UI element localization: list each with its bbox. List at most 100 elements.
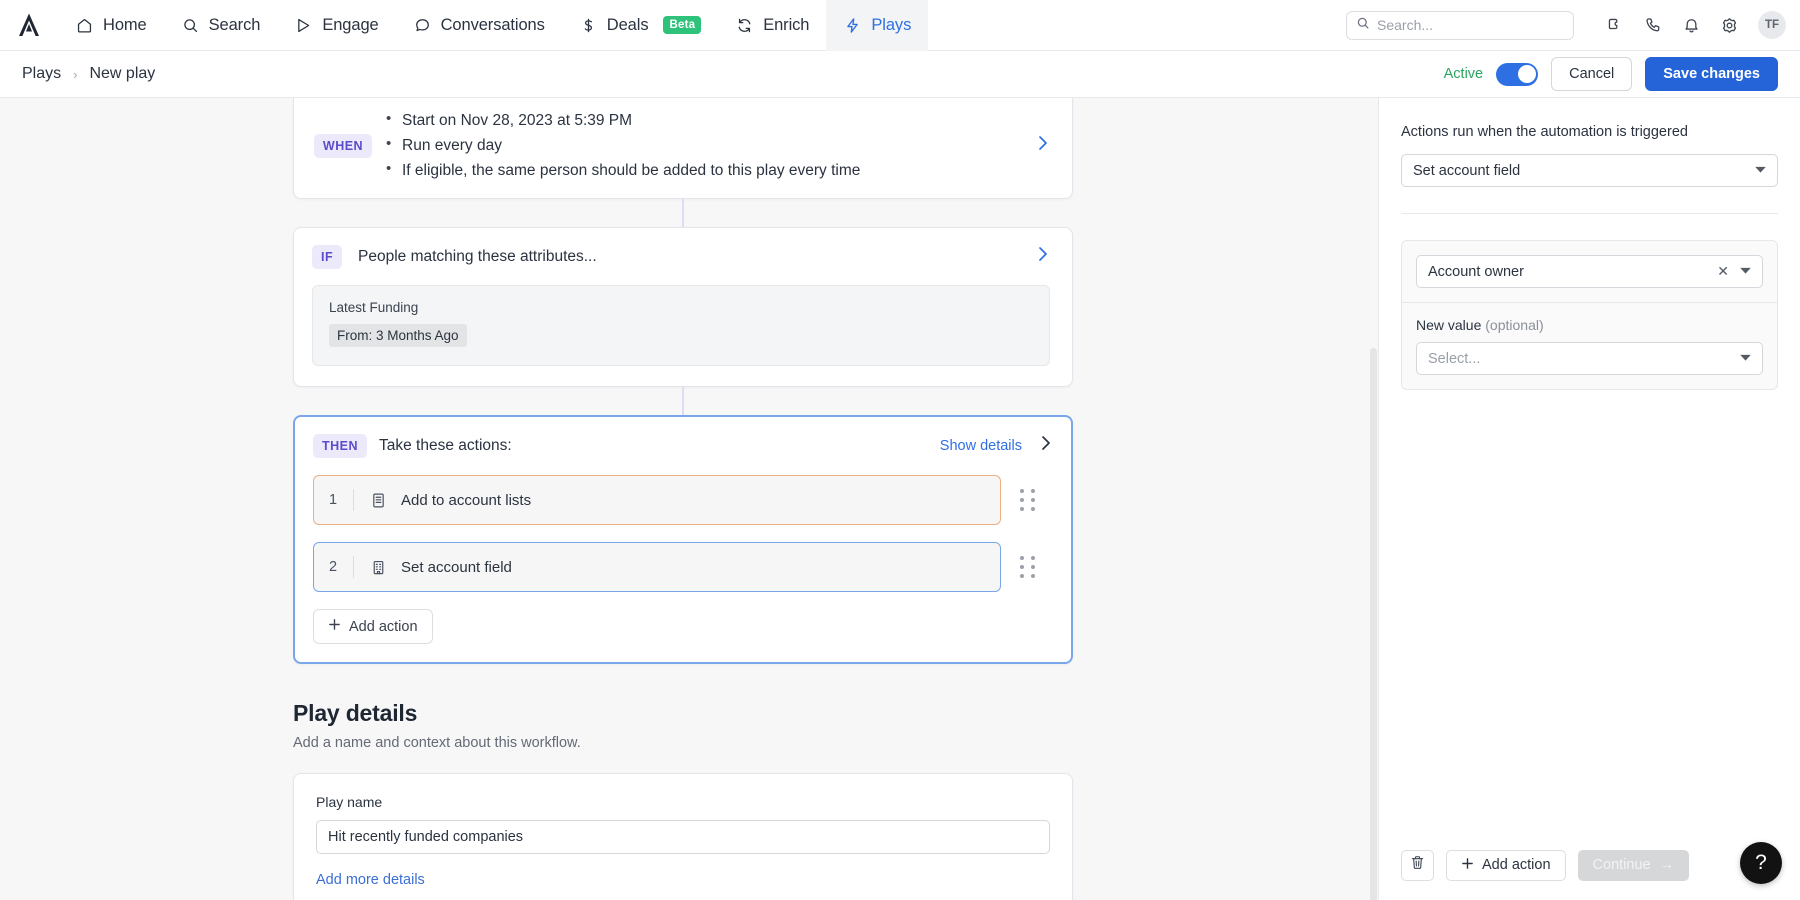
then-expand-chevron-icon[interactable]: [1040, 433, 1053, 458]
action-number: 1: [329, 492, 347, 508]
if-badge-wrap: IF: [312, 245, 346, 269]
play-name-input[interactable]: [316, 820, 1050, 854]
dot-grid: [1020, 489, 1035, 511]
connector-if-then: [682, 387, 684, 415]
action-config-panel: Actions run when the automation is trigg…: [1378, 98, 1800, 900]
when-bullet-list: Start on Nov 28, 2023 at 5:39 PM Run eve…: [386, 108, 860, 183]
if-expand-chevron-icon[interactable]: [1017, 244, 1050, 269]
page-title: Play details: [293, 700, 1073, 727]
if-card-header: IF People matching these attributes...: [312, 244, 1050, 269]
play-builder-canvas: WHEN Start on Nov 28, 2023 at 5:39 PM Ru…: [0, 98, 1378, 900]
global-search-box[interactable]: Search...: [1346, 11, 1574, 40]
nav-item-search[interactable]: Search: [164, 0, 278, 51]
delete-action-button[interactable]: [1401, 850, 1434, 881]
play-name-label: Play name: [316, 794, 1050, 810]
new-value-placeholder: Select...: [1428, 351, 1480, 367]
nav-item-deals[interactable]: Deals Beta: [562, 0, 718, 51]
building-icon: [368, 559, 388, 576]
new-value-section: New value (optional) Select...: [1402, 302, 1777, 389]
filter-attribute-label: Latest Funding: [329, 300, 1033, 315]
gear-icon[interactable]: [1710, 6, 1748, 44]
drag-handle-icon[interactable]: [1001, 489, 1053, 511]
breadcrumb-item-plays[interactable]: Plays: [22, 65, 61, 83]
action-row: 1 Add to account lists: [313, 475, 1053, 525]
breadcrumb: Plays › New play: [22, 65, 155, 83]
breadcrumb-actions: Active Cancel Save changes: [1444, 57, 1778, 91]
if-condition-card[interactable]: IF People matching these attributes... L…: [293, 227, 1073, 387]
when-badge-wrap: WHEN: [312, 134, 374, 158]
list-item: Start on Nov 28, 2023 at 5:39 PM: [386, 108, 860, 133]
help-button[interactable]: ?: [1740, 842, 1782, 884]
nav-label: Search: [209, 16, 261, 35]
phone-icon[interactable]: [1634, 6, 1672, 44]
then-title: Take these actions:: [379, 437, 512, 455]
nav-item-engage[interactable]: Engage: [277, 0, 395, 51]
global-search-placeholder: Search...: [1377, 17, 1433, 33]
then-card-header: THEN Take these actions: Show details: [313, 433, 1053, 458]
integrations-icon[interactable]: [1596, 6, 1634, 44]
app-logo[interactable]: [0, 12, 58, 38]
refresh-icon: [735, 16, 754, 35]
bell-icon[interactable]: [1672, 6, 1710, 44]
new-value-select[interactable]: Select...: [1416, 342, 1763, 375]
nav-item-conversations[interactable]: Conversations: [396, 0, 562, 51]
dollar-icon: [579, 16, 598, 35]
action-item-add-to-account-lists[interactable]: 1 Add to account lists: [313, 475, 1001, 525]
nav-item-enrich[interactable]: Enrich: [718, 0, 826, 51]
breadcrumb-bar: Plays › New play Active Cancel Save chan…: [0, 51, 1800, 98]
chevron-down-icon: [1740, 266, 1751, 277]
nav-label: Plays: [871, 16, 911, 35]
continue-button: Continue →: [1578, 850, 1690, 881]
action-fields-group: Account owner ✕ New value (optional) Sel…: [1401, 240, 1778, 390]
then-actions-card[interactable]: THEN Take these actions: Show details 1 …: [293, 415, 1073, 664]
active-toggle[interactable]: [1496, 63, 1538, 86]
attio-logo: [17, 12, 41, 38]
cancel-button[interactable]: Cancel: [1551, 57, 1632, 91]
arrow-right-icon: →: [1660, 857, 1675, 873]
add-more-details-link[interactable]: Add more details: [316, 872, 425, 888]
breadcrumb-separator-icon: ›: [73, 67, 77, 82]
nav-label: Engage: [322, 16, 378, 35]
action-label: Add to account lists: [401, 492, 531, 509]
panel-footer: Add action Continue →: [1379, 830, 1800, 900]
show-details-link[interactable]: Show details: [940, 438, 1022, 454]
field-select-section: Account owner ✕: [1402, 241, 1777, 302]
add-action-button-inline[interactable]: Add action: [313, 609, 433, 644]
nav-item-plays[interactable]: Plays: [826, 0, 928, 51]
add-action-label: Add action: [349, 619, 418, 635]
active-status-label: Active: [1444, 66, 1484, 82]
nav-item-home[interactable]: Home: [58, 0, 164, 51]
action-label: Set account field: [401, 559, 512, 576]
action-item-set-account-field[interactable]: 2 Set account field: [313, 542, 1001, 592]
action-config-body: Actions run when the automation is trigg…: [1379, 98, 1800, 390]
trash-icon: [1410, 855, 1425, 875]
new-value-optional-text: (optional): [1481, 317, 1543, 333]
add-action-button[interactable]: Add action: [1446, 850, 1566, 881]
divider: [353, 556, 354, 578]
action-type-select[interactable]: Set account field: [1401, 154, 1778, 187]
user-avatar[interactable]: TF: [1758, 11, 1786, 39]
then-badge-wrap: THEN: [313, 434, 367, 458]
lightning-icon: [843, 16, 862, 35]
when-expand-chevron-icon[interactable]: [1017, 133, 1050, 158]
account-field-select[interactable]: Account owner ✕: [1416, 255, 1763, 288]
list-document-icon: [368, 492, 388, 509]
panel-heading: Actions run when the automation is trigg…: [1401, 124, 1778, 140]
action-number: 2: [329, 559, 347, 575]
clear-icon[interactable]: ✕: [1717, 263, 1729, 280]
add-action-label: Add action: [1482, 857, 1551, 873]
top-navigation-bar: Home Search Engage Conversations Deals: [0, 0, 1800, 51]
play-details-subtitle: Add a name and context about this workfl…: [293, 735, 1073, 751]
primary-nav-items: Home Search Engage Conversations Deals: [58, 0, 928, 51]
nav-label: Deals: [607, 16, 649, 35]
drag-handle-icon[interactable]: [1001, 556, 1053, 578]
nav-label: Conversations: [441, 16, 545, 35]
play-details-section: Play details Add a name and context abou…: [293, 700, 1073, 900]
filter-value-chip: From: 3 Months Ago: [329, 324, 467, 347]
canvas-scrollbar[interactable]: [1370, 348, 1377, 900]
play-details-card: Play name Add more details: [293, 773, 1073, 900]
breadcrumb-item-new-play[interactable]: New play: [89, 65, 155, 83]
when-trigger-card[interactable]: WHEN Start on Nov 28, 2023 at 5:39 PM Ru…: [293, 98, 1073, 199]
save-changes-button[interactable]: Save changes: [1645, 57, 1778, 91]
continue-label: Continue: [1593, 857, 1651, 873]
